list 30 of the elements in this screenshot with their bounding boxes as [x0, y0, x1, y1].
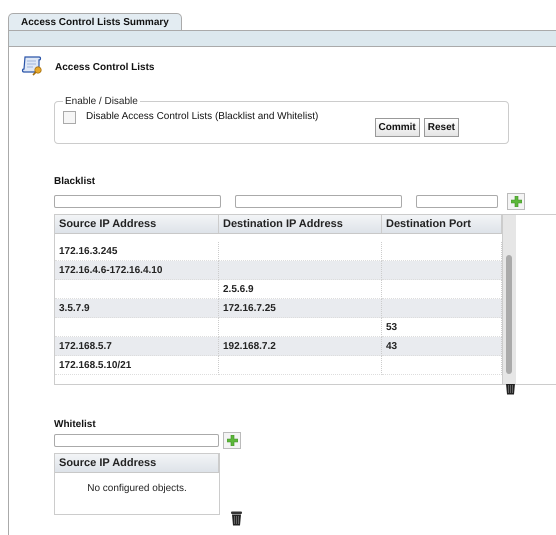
- empty-message: No configured objects.: [86, 482, 188, 496]
- plus-icon: [510, 196, 522, 207]
- table-cell: 172.16.7.25: [219, 299, 382, 318]
- table-cell: 192.168.7.2: [219, 337, 382, 356]
- add-button[interactable]: [507, 193, 525, 210]
- column-header[interactable]: Source IP Address: [55, 454, 219, 472]
- input-field[interactable]: [235, 195, 402, 208]
- checkbox[interactable]: [63, 111, 76, 124]
- scrollbar[interactable]: [502, 215, 516, 384]
- table-cell: 172.16.4.6-172.16.4.10: [55, 261, 219, 280]
- add-button[interactable]: [223, 432, 241, 449]
- input-field[interactable]: [416, 195, 498, 208]
- action-button[interactable]: Reset: [424, 118, 459, 137]
- checkbox-label: Disable Access Control Lists (Blacklist and Whitelist): [86, 111, 318, 122]
- blacklist-title: Blacklist: [54, 176, 96, 187]
- table-cell: 3.5.7.9: [55, 299, 219, 318]
- whitelist-title: Whitelist: [54, 419, 97, 430]
- table-cell: 172.168.5.7: [55, 337, 219, 356]
- input-field[interactable]: [54, 195, 221, 208]
- trash-icon[interactable]: [231, 511, 242, 526]
- scroll-key-icon: [21, 56, 43, 76]
- column-header[interactable]: Destination IP Address: [219, 215, 382, 233]
- group-legend: Enable / Disable: [63, 96, 140, 107]
- action-button[interactable]: Commit: [374, 118, 420, 137]
- section-title: Access Control Lists: [55, 62, 154, 73]
- tab[interactable]: Access Control Lists Summary: [8, 13, 182, 30]
- table-cell: 172.168.5.10/21: [55, 356, 219, 375]
- input-field[interactable]: [54, 434, 219, 447]
- plus-icon: [226, 435, 238, 446]
- column-header[interactable]: Source IP Address: [55, 215, 219, 233]
